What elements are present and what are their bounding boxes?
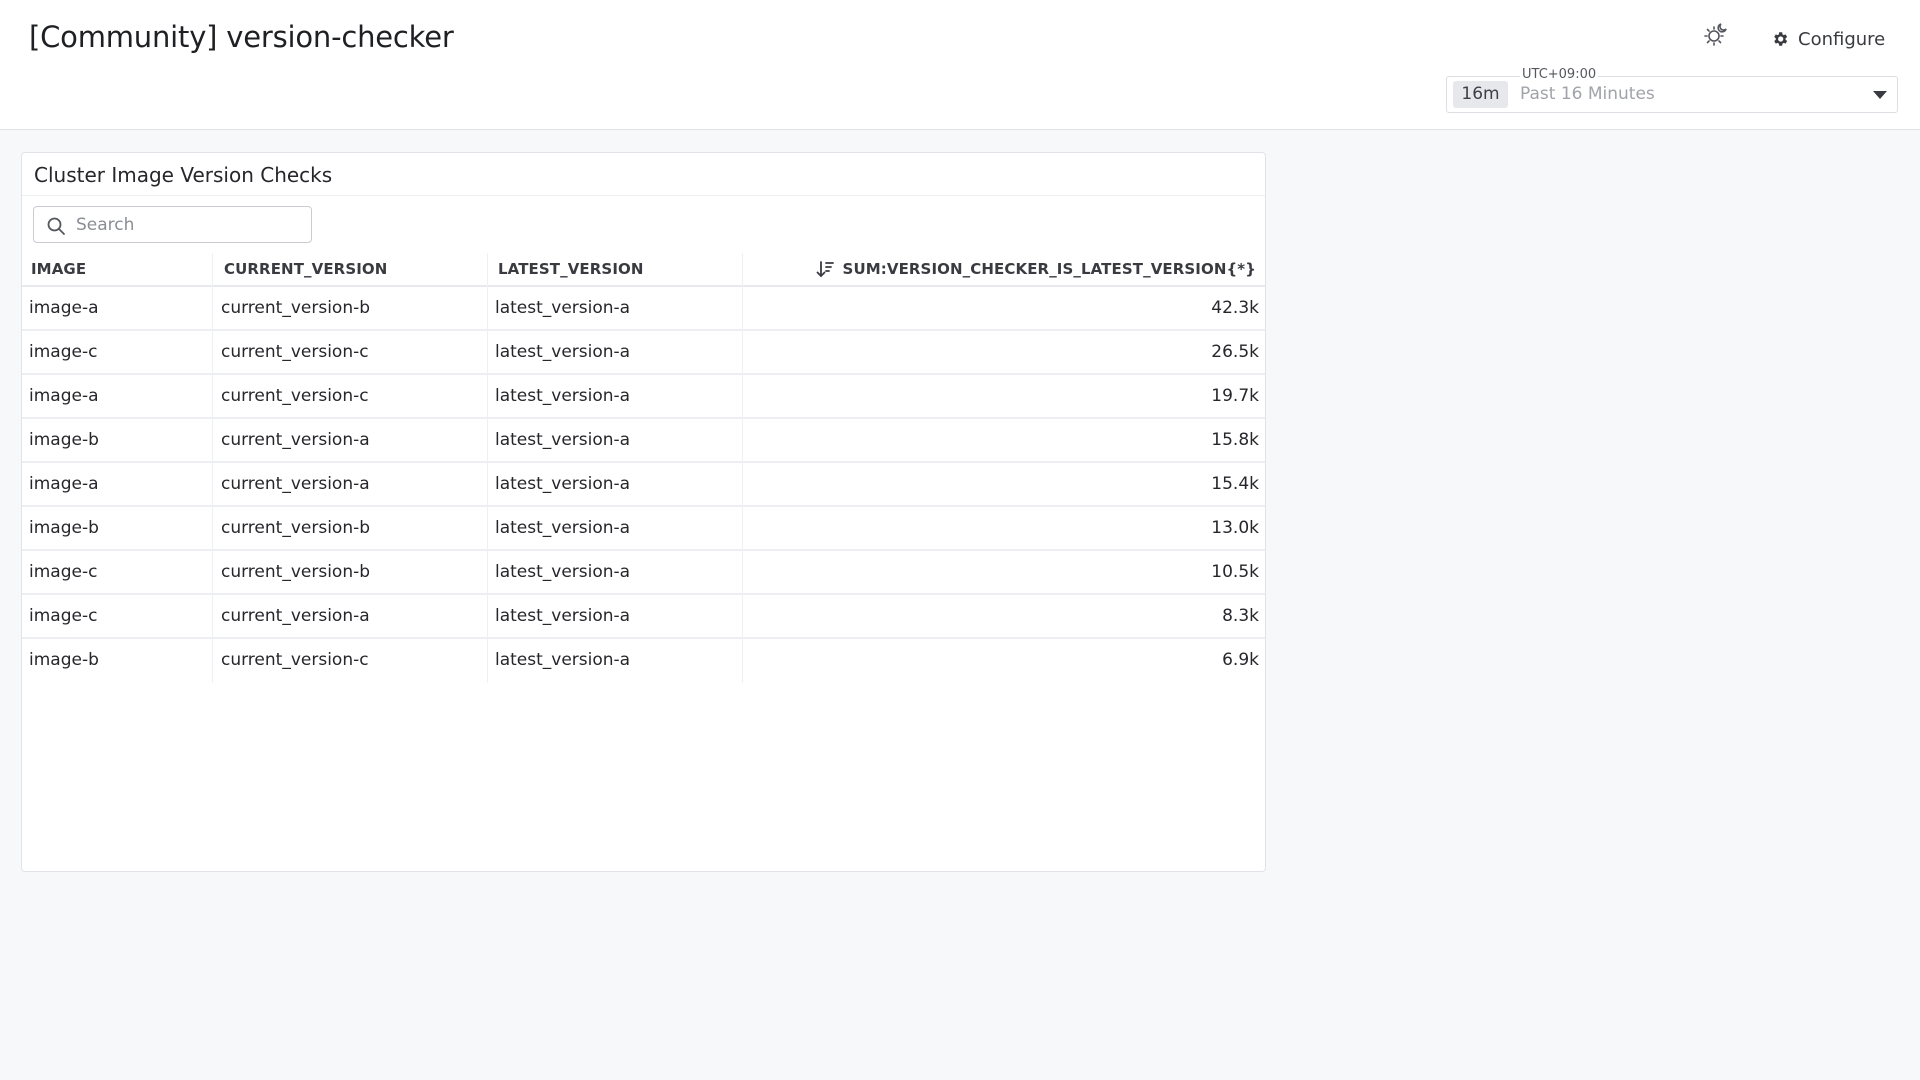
table-widget: Cluster Image Version Checks IMAGE CURRE… [21, 152, 1266, 872]
cell-sum: 8.3k [1222, 606, 1259, 626]
cell-image: image-a [29, 474, 99, 494]
table-row[interactable]: image-a current_version-c latest_version-a… [22, 375, 1265, 419]
cell-latest-version: latest_version-a [495, 518, 631, 538]
cell-sum: 10.5k [1211, 562, 1259, 582]
timezone-label: UTC+09:00 [1520, 67, 1599, 82]
cell-current-version: current_version-a [221, 474, 370, 494]
configure-button[interactable]: Configure [1771, 24, 1885, 54]
cell-image: image-a [29, 298, 99, 318]
widget-title: Cluster Image Version Checks [34, 163, 333, 187]
table-row[interactable]: image-b current_version-b latest_version-a… [22, 507, 1265, 551]
search-box[interactable] [33, 206, 312, 243]
column-divider [742, 253, 743, 683]
data-table: IMAGE CURRENT_VERSION LATEST_VERSION SUM… [22, 253, 1265, 683]
time-range-badge: 16m [1453, 81, 1508, 108]
cell-sum: 15.4k [1211, 474, 1259, 494]
cell-current-version: current_version-b [221, 518, 371, 538]
cell-image: image-b [29, 518, 99, 538]
chevron-down-icon [1873, 91, 1887, 99]
column-header-sum-label: SUM:VERSION_CHECKER_IS_LATEST_VERSION{*} [842, 260, 1256, 278]
cell-latest-version: latest_version-a [495, 298, 631, 318]
table-body: image-a current_version-b latest_version-a… [22, 287, 1265, 683]
search-icon [47, 217, 65, 235]
cell-current-version: current_version-c [221, 650, 369, 670]
cell-sum: 42.3k [1211, 298, 1259, 318]
cell-image: image-c [29, 342, 98, 362]
column-header-current-version[interactable]: CURRENT_VERSION [224, 253, 387, 285]
cell-latest-version: latest_version-a [495, 606, 631, 626]
table-header: IMAGE CURRENT_VERSION LATEST_VERSION SUM… [22, 253, 1265, 287]
cell-current-version: current_version-c [221, 342, 369, 362]
cell-image: image-c [29, 562, 98, 582]
table-row[interactable]: image-c current_version-a latest_version-a… [22, 595, 1265, 639]
cell-current-version: current_version-a [221, 430, 370, 450]
cell-current-version: current_version-a [221, 606, 370, 626]
column-divider [487, 253, 488, 683]
cell-image: image-a [29, 386, 99, 406]
table-row[interactable]: image-b current_version-a latest_version-a… [22, 419, 1265, 463]
cell-current-version: current_version-b [221, 562, 371, 582]
cell-latest-version: latest_version-a [495, 650, 631, 670]
dashboard-header: [Community] version-checker Configure 16… [0, 0, 1920, 130]
cell-sum: 19.7k [1211, 386, 1259, 406]
configure-label: Configure [1798, 28, 1886, 50]
time-range-value: Past 16 Minutes [1520, 84, 1655, 104]
column-header-latest-version[interactable]: LATEST_VERSION [498, 253, 644, 285]
sun-moon-icon [1704, 23, 1727, 46]
cell-image: image-b [29, 430, 99, 450]
gear-icon [1774, 32, 1788, 46]
cell-latest-version: latest_version-a [495, 342, 631, 362]
cell-latest-version: latest_version-a [495, 430, 631, 450]
table-row[interactable]: image-a current_version-b latest_version-a… [22, 287, 1265, 331]
cell-current-version: current_version-b [221, 298, 371, 318]
table-row[interactable]: image-c current_version-c latest_version-a… [22, 331, 1265, 375]
cell-latest-version: latest_version-a [495, 386, 631, 406]
cell-sum: 15.8k [1211, 430, 1259, 450]
theme-toggle-button[interactable] [1700, 20, 1730, 50]
cell-latest-version: latest_version-a [495, 474, 631, 494]
table-row[interactable]: image-b current_version-c latest_version-a… [22, 639, 1265, 683]
cell-latest-version: latest_version-a [495, 562, 631, 582]
search-input[interactable] [76, 207, 306, 242]
cell-sum: 6.9k [1222, 650, 1259, 670]
divider [22, 195, 1265, 196]
cell-image: image-b [29, 650, 99, 670]
column-header-sum[interactable]: SUM:VERSION_CHECKER_IS_LATEST_VERSION{*} [815, 253, 1256, 285]
cell-current-version: current_version-c [221, 386, 369, 406]
cell-image: image-c [29, 606, 98, 626]
time-range-picker[interactable]: 16m Past 16 Minutes [1446, 76, 1898, 113]
table-row[interactable]: image-c current_version-b latest_version-a… [22, 551, 1265, 595]
table-row[interactable]: image-a current_version-a latest_version-a… [22, 463, 1265, 507]
cell-sum: 13.0k [1211, 518, 1259, 538]
column-divider [212, 253, 213, 683]
column-header-image[interactable]: IMAGE [31, 253, 86, 285]
sort-descending-icon [816, 261, 834, 278]
page-title: [Community] version-checker [29, 20, 454, 54]
cell-sum: 26.5k [1211, 342, 1259, 362]
